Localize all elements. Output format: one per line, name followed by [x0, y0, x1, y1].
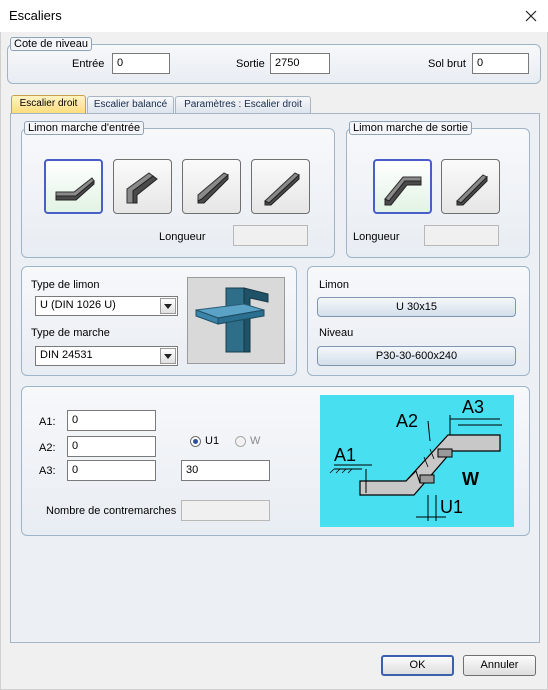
- limon-profile-button[interactable]: U 30x15: [317, 297, 516, 317]
- tab-escalier-balance[interactable]: Escalier balancé: [87, 96, 174, 113]
- a2-input[interactable]: 0: [67, 436, 156, 457]
- close-button[interactable]: [518, 4, 544, 28]
- exit-stringer-straight-button[interactable]: [441, 159, 500, 214]
- sortie-input[interactable]: 2750: [270, 53, 330, 74]
- diagram-w-label: W: [462, 469, 479, 489]
- ok-button[interactable]: OK: [381, 655, 454, 676]
- tab-escalier-droit[interactable]: Escalier droit: [11, 95, 86, 114]
- stringer-straight-exit-icon: [455, 173, 488, 205]
- stringer-notched-entry-icon: [126, 171, 158, 203]
- u1-radio-label: U1: [205, 435, 220, 447]
- diagram-a1-label: A1: [334, 445, 357, 465]
- level-group-legend: Cote de niveau: [10, 37, 92, 51]
- entry-longueur-label: Longueur: [159, 231, 206, 243]
- stringer-bent-exit-icon: [383, 176, 421, 205]
- exit-stringer-bent-button[interactable]: [373, 159, 432, 214]
- diagram-a2-label: A2: [396, 411, 419, 431]
- w-radio-label: W: [250, 435, 261, 447]
- marche-type-select[interactable]: DIN 24531: [35, 346, 178, 366]
- sol-brut-input[interactable]: 0: [472, 53, 529, 74]
- exit-longueur-label: Longueur: [353, 231, 400, 243]
- profile-limon-label: Limon: [319, 279, 349, 291]
- entry-stringer-notched-button[interactable]: [113, 159, 172, 214]
- limon-type-value: U (DIN 1026 U): [40, 299, 116, 311]
- entree-label: Entrée: [72, 58, 105, 70]
- entry-stringer-bent-button[interactable]: [44, 159, 103, 214]
- stringer-angled-entry-icon: [197, 171, 229, 203]
- entry-stringer-straight-button[interactable]: [251, 159, 310, 214]
- u1-radio[interactable]: U1: [190, 435, 219, 447]
- window-title: Escaliers: [9, 8, 62, 23]
- stringer-preview: [187, 277, 285, 364]
- cancel-button[interactable]: Annuler: [463, 655, 536, 676]
- entry-stringer-legend: Limon marche d'entrée: [24, 121, 145, 135]
- limon-type-label: Type de limon: [31, 279, 100, 291]
- a1-input[interactable]: 0: [67, 410, 156, 431]
- stringer-straight-entry-icon: [263, 171, 300, 205]
- a3-label: A3:: [39, 465, 56, 477]
- stair-dimension-diagram: A1 A2 A3 W U1: [320, 395, 514, 527]
- stringer-profile-preview-icon: [188, 278, 284, 363]
- close-icon: [525, 10, 537, 22]
- sol-brut-label: Sol brut: [428, 58, 466, 70]
- diagram-a3-label: A3: [462, 397, 485, 417]
- contremarches-input[interactable]: [181, 500, 270, 521]
- title-bar: Escaliers: [0, 0, 548, 32]
- niveau-profile-button[interactable]: P30-30-600x240: [317, 346, 516, 366]
- exit-stringer-legend: Limon marche de sortie: [349, 121, 472, 135]
- a1-label: A1:: [39, 416, 56, 428]
- sortie-label: Sortie: [236, 58, 265, 70]
- w-radio[interactable]: W: [235, 435, 260, 447]
- a2-label: A2:: [39, 442, 56, 454]
- entry-stringer-angled-button[interactable]: [182, 159, 241, 214]
- tab-parametres[interactable]: Paramètres : Escalier droit: [175, 96, 311, 113]
- marche-type-label: Type de marche: [31, 327, 110, 339]
- contremarches-label: Nombre de contremarches: [46, 505, 177, 517]
- radio-unchecked-icon: [235, 435, 246, 447]
- chevron-down-icon: [160, 348, 176, 364]
- limon-type-select[interactable]: U (DIN 1026 U): [35, 296, 178, 316]
- u-value-input[interactable]: 30: [181, 460, 270, 481]
- chevron-down-icon: [160, 298, 176, 314]
- profile-niveau-label: Niveau: [319, 327, 354, 339]
- entree-input[interactable]: 0: [112, 53, 170, 74]
- a3-input[interactable]: 0: [67, 460, 156, 481]
- radio-checked-icon: [190, 435, 201, 447]
- exit-longueur-input[interactable]: [424, 225, 499, 246]
- stringer-bent-entry-icon: [55, 176, 95, 200]
- entry-longueur-input[interactable]: [233, 225, 308, 246]
- marche-type-value: DIN 24531: [40, 349, 93, 361]
- diagram-u1-label: U1: [440, 497, 464, 517]
